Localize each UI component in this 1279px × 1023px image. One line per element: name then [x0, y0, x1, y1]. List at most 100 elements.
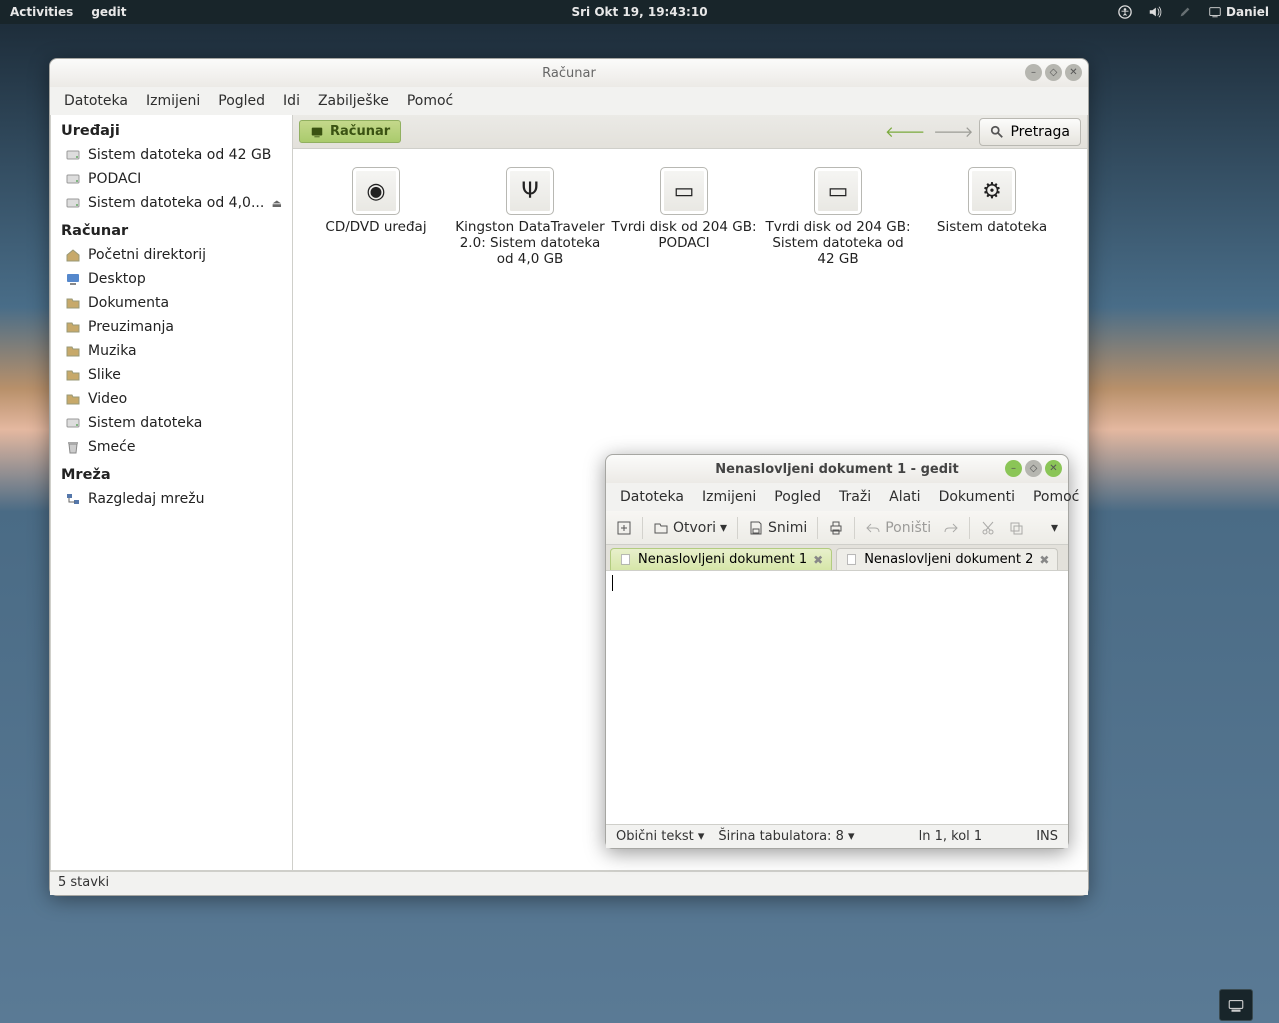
location-chip[interactable]: Računar [299, 120, 401, 143]
sidebar-item[interactable]: Smeće [51, 435, 292, 459]
drive-item[interactable]: ⚙Sistem datoteka [917, 167, 1067, 235]
cursor-position: ln 1, kol 1 [919, 829, 983, 844]
gedit-tabs: Nenaslovljeni dokument 1✖Nenaslovljeni d… [606, 545, 1068, 571]
sidebar-item[interactable]: Muzika [51, 339, 292, 363]
tab-width[interactable]: Širina tabulatora: 8 ▾ [718, 829, 854, 844]
insert-mode: INS [1036, 829, 1058, 844]
volume-icon[interactable] [1148, 5, 1162, 19]
gedit-menu-search[interactable]: Traži [831, 485, 879, 509]
sidebar-item[interactable]: PODACI [51, 167, 292, 191]
cut-button[interactable] [978, 518, 998, 538]
chevron-down-icon: ▾ [720, 520, 727, 536]
document-tab[interactable]: Nenaslovljeni dokument 2✖ [836, 548, 1058, 570]
syntax-mode[interactable]: Obični tekst ▾ [616, 829, 704, 844]
sidebar-item-label: Sistem datoteka od 42 GB [88, 147, 271, 163]
sidebar-item[interactable]: Razgledaj mrežu [51, 487, 292, 511]
drive-icon: ▭ [814, 167, 862, 215]
gedit-menu-view[interactable]: Pogled [766, 485, 829, 509]
sidebar-item[interactable]: Dokumenta [51, 291, 292, 315]
drive-item[interactable]: ΨKingston DataTraveler 2.0: Sistem datot… [455, 167, 605, 267]
nav-back-icon[interactable]: 🡐 [885, 122, 925, 141]
brush-icon[interactable] [1178, 5, 1192, 19]
gedit-statusbar: Obični tekst ▾ Širina tabulatora: 8 ▾ ln… [606, 824, 1068, 848]
fm-menu-bookmarks[interactable]: Zabilješke [310, 89, 397, 113]
sidebar-item[interactable]: Sistem datoteka od 42 GB [51, 143, 292, 167]
drive-icon [65, 415, 81, 431]
desktop-icon [65, 271, 81, 287]
close-button[interactable]: ✕ [1065, 64, 1082, 81]
toolbar-overflow-icon[interactable]: ▾ [1049, 518, 1060, 538]
user-menu[interactable]: Daniel [1208, 5, 1269, 19]
dock-icon[interactable] [1219, 989, 1253, 1021]
drive-icon: Ψ [506, 167, 554, 215]
print-button[interactable] [826, 518, 846, 538]
tab-label: Nenaslovljeni dokument 1 [638, 552, 807, 567]
gedit-title: Nenaslovljeni dokument 1 - gedit [715, 462, 958, 477]
new-doc-button[interactable] [614, 518, 634, 538]
gedit-menu-help[interactable]: Pomoć [1025, 485, 1087, 509]
active-app-label[interactable]: gedit [91, 5, 126, 19]
sidebar-network-title: Mreža [51, 459, 292, 487]
clock[interactable]: Sri Okt 19, 19:43:10 [571, 5, 707, 19]
document-tab[interactable]: Nenaslovljeni dokument 1 ✖ [610, 548, 832, 570]
tab-close-icon[interactable]: ✖ [813, 553, 823, 567]
gedit-close-button[interactable]: ✕ [1045, 460, 1062, 477]
gedit-maximize-button[interactable]: ◇ [1025, 460, 1042, 477]
sidebar-item[interactable]: Slike [51, 363, 292, 387]
trash-icon [65, 439, 81, 455]
fm-title: Računar [542, 66, 596, 81]
minimize-button[interactable]: – [1025, 64, 1042, 81]
sidebar-item[interactable]: Preuzimanja [51, 315, 292, 339]
drive-icon [65, 147, 81, 163]
sidebar-item[interactable]: Desktop [51, 267, 292, 291]
text-editor[interactable] [606, 571, 1068, 824]
drive-item[interactable]: ▭Tvrdi disk od 204 GB: PODACI [609, 167, 759, 251]
fm-menu-go[interactable]: Idi [275, 89, 308, 113]
maximize-button[interactable]: ◇ [1045, 64, 1062, 81]
gedit-menu-file[interactable]: Datoteka [612, 485, 692, 509]
text-caret [612, 575, 613, 591]
fm-sidebar: Uređaji Sistem datoteka od 42 GBPODACISi… [50, 115, 293, 871]
save-button[interactable]: Snimi [746, 518, 809, 538]
copy-button[interactable] [1006, 518, 1026, 538]
sidebar-item[interactable]: Sistem datoteka od 4,0...⏏ [51, 191, 292, 215]
gedit-window: Nenaslovljeni dokument 1 - gedit – ◇ ✕ D… [605, 454, 1069, 849]
drive-label: Kingston DataTraveler 2.0: Sistem datote… [455, 219, 605, 267]
gedit-minimize-button[interactable]: – [1005, 460, 1022, 477]
sidebar-item-label: Sistem datoteka [88, 415, 202, 431]
sidebar-item[interactable]: Video [51, 387, 292, 411]
eject-icon[interactable]: ⏏ [272, 197, 282, 210]
gedit-titlebar[interactable]: Nenaslovljeni dokument 1 - gedit – ◇ ✕ [606, 455, 1068, 483]
fm-titlebar[interactable]: Računar – ◇ ✕ [50, 59, 1088, 87]
folder-icon [65, 391, 81, 407]
nav-forward-icon[interactable]: 🡒 [933, 122, 973, 141]
drive-item[interactable]: ◉CD/DVD uređaj [301, 167, 451, 235]
search-button[interactable]: Pretraga [979, 118, 1081, 146]
fm-menu-help[interactable]: Pomoć [399, 89, 461, 113]
activities-button[interactable]: Activities [10, 5, 73, 19]
sidebar-item-label: Dokumenta [88, 295, 169, 311]
fm-menu-file[interactable]: Datoteka [56, 89, 136, 113]
folder-icon [65, 295, 81, 311]
sidebar-item-label: Preuzimanja [88, 319, 174, 335]
tab-close-icon[interactable]: ✖ [1039, 553, 1049, 567]
sidebar-item-label: Početni direktorij [88, 247, 206, 263]
folder-icon [65, 319, 81, 335]
gedit-menu-documents[interactable]: Dokumenti [931, 485, 1023, 509]
accessibility-icon[interactable] [1118, 5, 1132, 19]
undo-button[interactable]: Poništi [863, 518, 933, 538]
fm-menu-view[interactable]: Pogled [210, 89, 273, 113]
sidebar-item[interactable]: Početni direktorij [51, 243, 292, 267]
gedit-menu-tools[interactable]: Alati [881, 485, 928, 509]
folder-icon [65, 343, 81, 359]
sidebar-item[interactable]: Sistem datoteka [51, 411, 292, 435]
fm-menu-edit[interactable]: Izmijeni [138, 89, 208, 113]
fm-menubar: Datoteka Izmijeni Pogled Idi Zabilješke … [50, 87, 1088, 115]
pathbar: Računar 🡐 🡒 Pretraga [293, 115, 1087, 149]
drive-item[interactable]: ▭Tvrdi disk od 204 GB: Sistem datoteka o… [763, 167, 913, 267]
drive-label: Tvrdi disk od 204 GB: Sistem datoteka od… [763, 219, 913, 267]
gedit-menubar: Datoteka Izmijeni Pogled Traži Alati Dok… [606, 483, 1068, 511]
gedit-menu-edit[interactable]: Izmijeni [694, 485, 764, 509]
redo-button[interactable] [941, 518, 961, 538]
open-button[interactable]: Otvori ▾ [651, 518, 729, 538]
